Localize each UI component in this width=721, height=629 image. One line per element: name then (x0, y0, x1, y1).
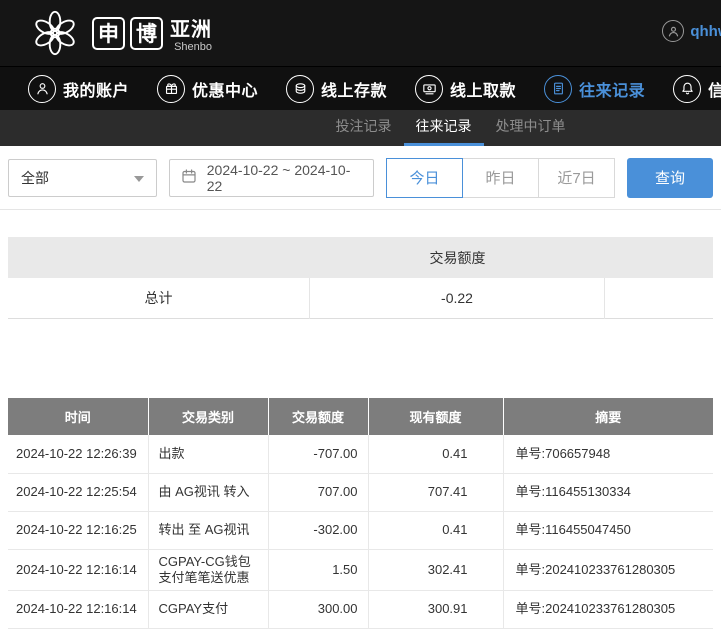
table-cell: 2024-10-22 12:16:25 (8, 511, 149, 550)
nav-item-my-account[interactable]: 我的账户 (28, 74, 130, 103)
records-document-icon (544, 74, 573, 103)
withdraw-money-icon (415, 74, 444, 103)
table-row: 2024-10-22 12:16:25 转出 至 AG视讯 -302.00 0.41 单… (8, 511, 713, 550)
table-cell: -302.00 (268, 511, 369, 550)
user-account-link[interactable]: qhhwz (662, 20, 721, 42)
brand-region: 亚洲 (170, 19, 212, 41)
table-row: 2024-10-22 12:26:39 出款 -707.00 0.41 单号:70665… (8, 435, 713, 474)
table-cell: 2024-10-22 12:25:54 (8, 473, 149, 512)
nav-item-messages[interactable]: 信息 (673, 74, 721, 103)
today-button[interactable]: 今日 (386, 157, 463, 198)
query-button[interactable]: 查询 (627, 157, 713, 198)
date-range-picker[interactable]: 2024-10-22 ~ 2024-10-22 (168, 158, 374, 197)
tab-betting-records[interactable]: 投注记录 (324, 110, 404, 146)
summary-amount-header: 交易额度 (429, 249, 486, 266)
nav-item-transaction-records[interactable]: 往来记录 (544, 74, 646, 103)
nav-item-label: 往来记录 (579, 82, 646, 100)
tab-processing-orders[interactable]: 处理中订单 (484, 110, 578, 146)
user-icon (28, 74, 56, 103)
table-cell: 转出 至 AG视讯 (148, 511, 269, 550)
col-header-summary: 摘要 (503, 398, 713, 435)
user-avatar-icon (662, 20, 685, 42)
table-cell: CGPAY-CG钱包支付笔笔送优惠 (148, 549, 269, 591)
nav-item-online-deposit[interactable]: 线上存款 (286, 74, 388, 103)
table-row: 2024-10-22 12:16:14 CGPAY-CG钱包支付笔笔送优惠 1.50… (8, 549, 713, 591)
table-cell: 1.50 (268, 549, 369, 591)
table-cell: -707.00 (268, 435, 369, 474)
quick-range-group: 今日 昨日 近7日 (386, 157, 615, 198)
summary-total-value: -0.22 (310, 277, 605, 319)
yesterday-button[interactable]: 昨日 (462, 157, 539, 198)
nav-item-label: 我的账户 (63, 82, 130, 100)
table-cell: 2024-10-22 12:16:14 (8, 549, 149, 591)
records-table-body: 2024-10-22 12:26:39 出款 -707.00 0.41 单号:70665… (8, 435, 713, 629)
nav-item-online-withdrawal[interactable]: 线上取款 (415, 74, 517, 103)
date-range-value: 2024-10-22 ~ 2024-10-22 (206, 161, 351, 194)
col-header-balance: 现有额度 (368, 398, 504, 435)
table-cell: 0.41 (368, 435, 504, 474)
table-row: 2024-10-22 12:25:54 由 AG视讯 转入 707.00 707.41… (8, 473, 713, 512)
table-cell: 707.41 (368, 473, 504, 512)
table-cell: 单号:706657948 (503, 435, 713, 474)
table-cell: 单号:116455047450 (503, 511, 713, 550)
nav-item-label: 优惠中心 (192, 82, 259, 100)
bell-icon (673, 74, 702, 103)
summary-header-row: 交易额度 (8, 237, 713, 278)
summary-table: 交易额度 总计 -0.22 (8, 237, 713, 319)
summary-total-label: 总计 (8, 277, 310, 319)
table-cell: 单号:202410233761280305 (503, 549, 713, 591)
top-header: 申 博 亚洲 Shenbo qhhwz (0, 0, 721, 66)
col-header-time: 时间 (8, 398, 149, 435)
type-select-value: 全部 (21, 169, 49, 186)
brand-name: 申 博 (92, 16, 163, 50)
col-header-type: 交易类别 (148, 398, 269, 435)
table-cell: 由 AG视讯 转入 (148, 473, 269, 512)
nav-item-label: 线上存款 (321, 82, 388, 100)
brand-region-block: 亚洲 Shenbo (170, 13, 212, 53)
gift-icon (157, 74, 186, 103)
deposit-coins-icon (286, 74, 315, 103)
summary-total-row: 总计 -0.22 (8, 277, 713, 319)
brand-subtitle: Shenbo (174, 41, 212, 53)
table-cell: 2024-10-22 12:26:39 (8, 435, 149, 474)
filter-bar: 全部 2024-10-22 ~ 2024-10-22 今日 昨日 近7日 查询 (0, 146, 721, 210)
nav-item-promotions[interactable]: 优惠中心 (157, 74, 259, 103)
nav-item-label: 线上取款 (450, 82, 517, 100)
brand-char-2: 博 (130, 16, 163, 50)
calendar-icon (180, 167, 198, 188)
subnav: 投注记录 往来记录 处理中订单 (0, 110, 721, 146)
tab-transaction-records[interactable]: 往来记录 (403, 110, 484, 146)
table-cell: 0.41 (368, 511, 504, 550)
records-table: 时间 交易类别 交易额度 现有额度 摘要 2024-10-22 12:26:39… (8, 398, 713, 629)
table-cell: 出款 (148, 435, 269, 474)
chevron-down-icon (133, 175, 144, 182)
subnav-tabs: 投注记录 往来记录 处理中订单 (324, 110, 578, 146)
table-cell: 单号:116455130334 (503, 473, 713, 512)
brand-char-1: 申 (92, 16, 125, 50)
last7days-button[interactable]: 近7日 (538, 157, 615, 198)
main-nav: 我的账户 优惠中心 线上存款 线上取款 往来记录 信息 (0, 66, 721, 110)
username: qhhwz (690, 22, 721, 40)
table-cell: 302.41 (368, 549, 504, 591)
nav-item-label: 信息 (708, 82, 721, 100)
table-cell: 707.00 (268, 473, 369, 512)
records-table-header: 时间 交易类别 交易额度 现有额度 摘要 (8, 398, 713, 435)
col-header-amount: 交易额度 (268, 398, 369, 435)
type-select-dropdown[interactable]: 全部 (8, 158, 157, 197)
brand-flower-logo-icon (35, 10, 75, 56)
